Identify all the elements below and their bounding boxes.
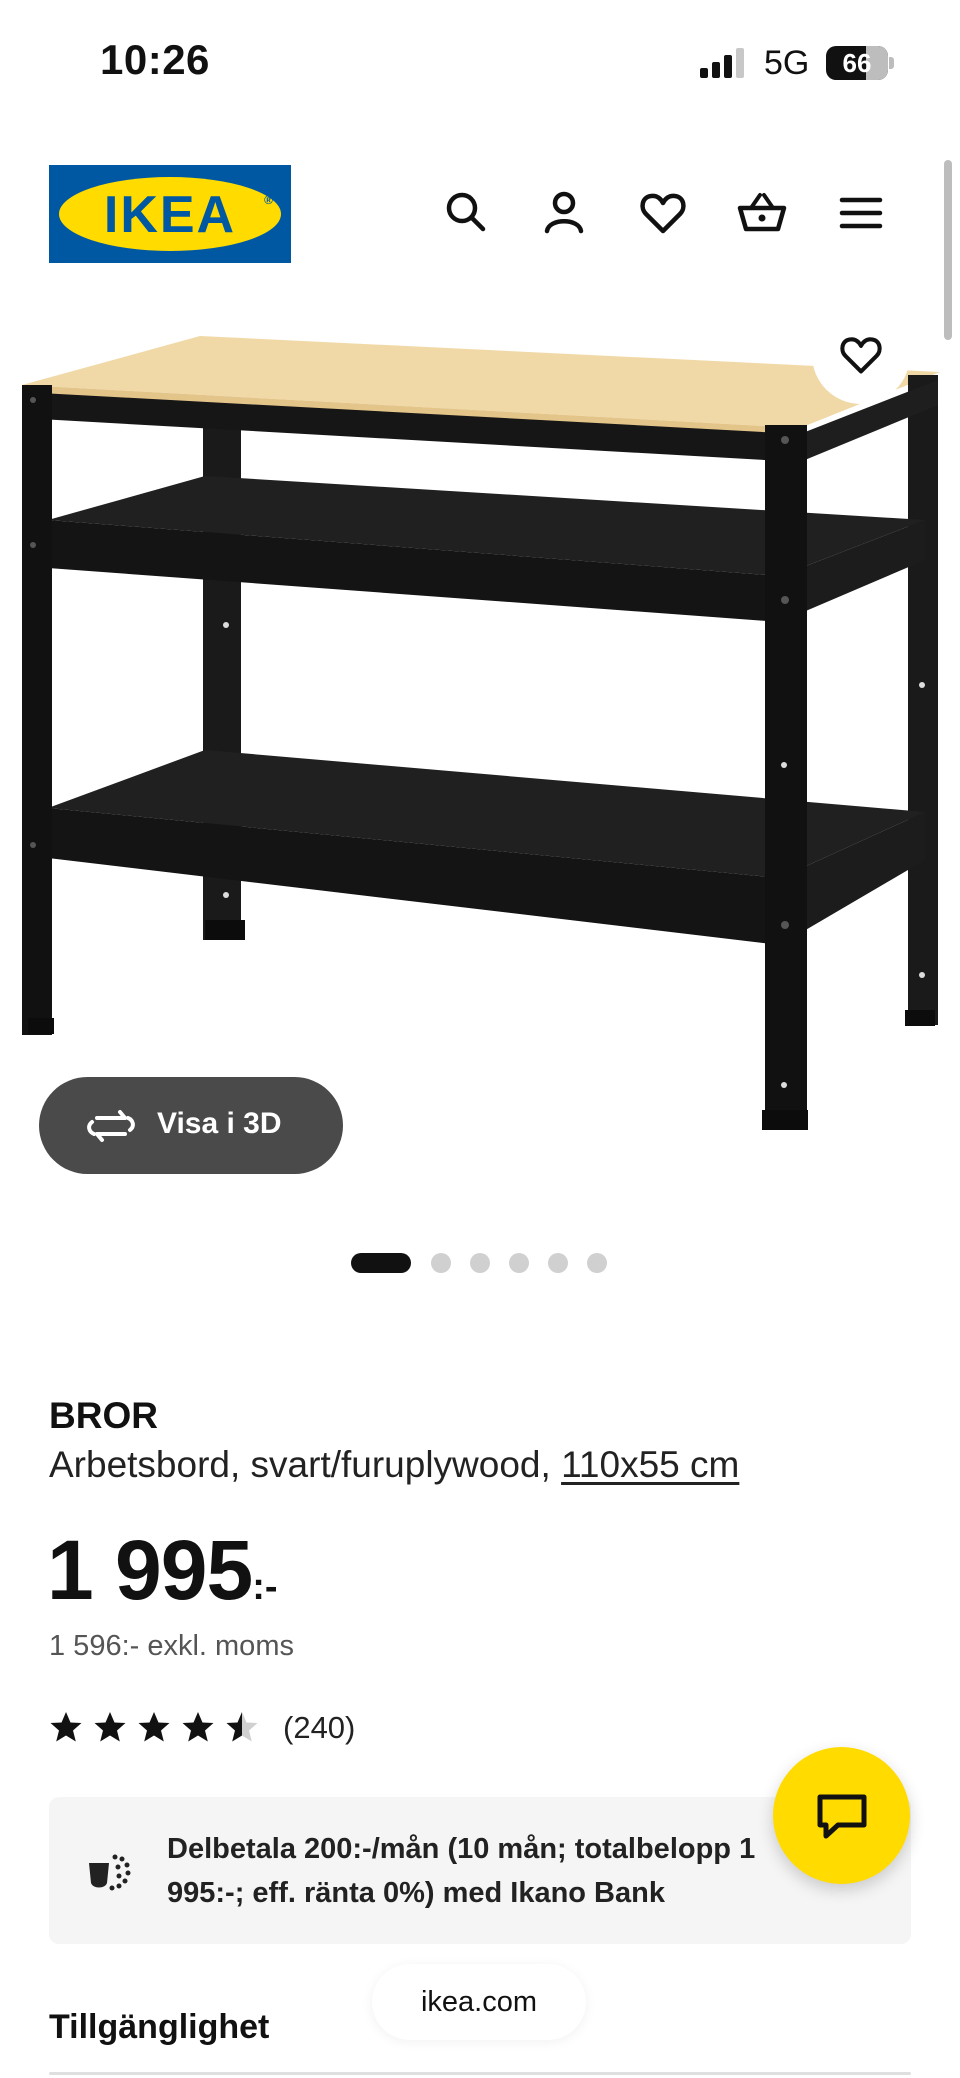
carousel-dot[interactable] <box>351 1253 411 1273</box>
financing-icon <box>89 1854 131 1891</box>
product-size-link[interactable]: 110x55 cm <box>561 1444 739 1485</box>
logo-text: IKEA <box>103 186 237 244</box>
rating-count: (240) <box>283 1710 356 1745</box>
star-icon <box>50 1712 82 1742</box>
chat-button[interactable] <box>773 1747 910 1884</box>
product-description: Arbetsbord, svart/furuplywood, 110x55 cm <box>49 1444 739 1486</box>
price-value: 1 995 <box>47 1523 253 1617</box>
star-icon <box>94 1712 126 1742</box>
carousel-dot[interactable] <box>587 1253 607 1273</box>
rotate-3d-icon <box>87 1110 135 1142</box>
status-time: 10:26 <box>100 36 210 83</box>
carousel-dot[interactable] <box>431 1253 451 1273</box>
menu-icon[interactable] <box>836 188 886 238</box>
battery-level: 66 <box>842 48 872 78</box>
heart-icon[interactable] <box>638 188 688 238</box>
basket-icon[interactable] <box>737 188 787 238</box>
account-icon[interactable] <box>539 188 589 238</box>
network-type: 5G <box>764 44 810 82</box>
product-name: BROR <box>49 1395 158 1436</box>
ikea-logo[interactable]: IKEA ® <box>49 165 291 263</box>
heart-icon <box>840 337 882 374</box>
product-page: 10:26 5G 66 IKEA ® Visa i 3D BROR Arbets… <box>0 0 960 2078</box>
search-icon[interactable] <box>441 188 491 238</box>
battery-icon: 66 <box>826 46 894 80</box>
product-type: Arbetsbord, svart/furuplywood, <box>49 1444 562 1485</box>
availability-heading: Tillgänglighet <box>49 2008 270 2046</box>
signal-icon <box>700 48 744 78</box>
carousel-dot[interactable] <box>548 1253 568 1273</box>
carousel-dot[interactable] <box>509 1253 529 1273</box>
add-to-favourites-button[interactable] <box>812 306 910 404</box>
half-star-icon <box>226 1712 258 1742</box>
chat-icon <box>817 1794 867 1839</box>
divider <box>49 2072 911 2075</box>
carousel-dot[interactable] <box>470 1253 490 1273</box>
browser-url-bar[interactable]: ikea.com <box>372 1964 586 2040</box>
view-3d-label: Visa i 3D <box>157 1107 282 1140</box>
product-price: 1 995:- <box>47 1522 278 1619</box>
product-image[interactable] <box>0 300 960 1200</box>
financing-text: Delbetala 200:-/mån (10 mån; totalbelopp… <box>167 1833 756 1909</box>
price-suffix: :- <box>252 1566 278 1608</box>
star-icon <box>182 1712 214 1742</box>
view-3d-button[interactable]: Visa i 3D <box>39 1077 343 1174</box>
price-excl-vat: 1 596:- exkl. moms <box>49 1630 294 1662</box>
star-icon <box>138 1712 170 1742</box>
